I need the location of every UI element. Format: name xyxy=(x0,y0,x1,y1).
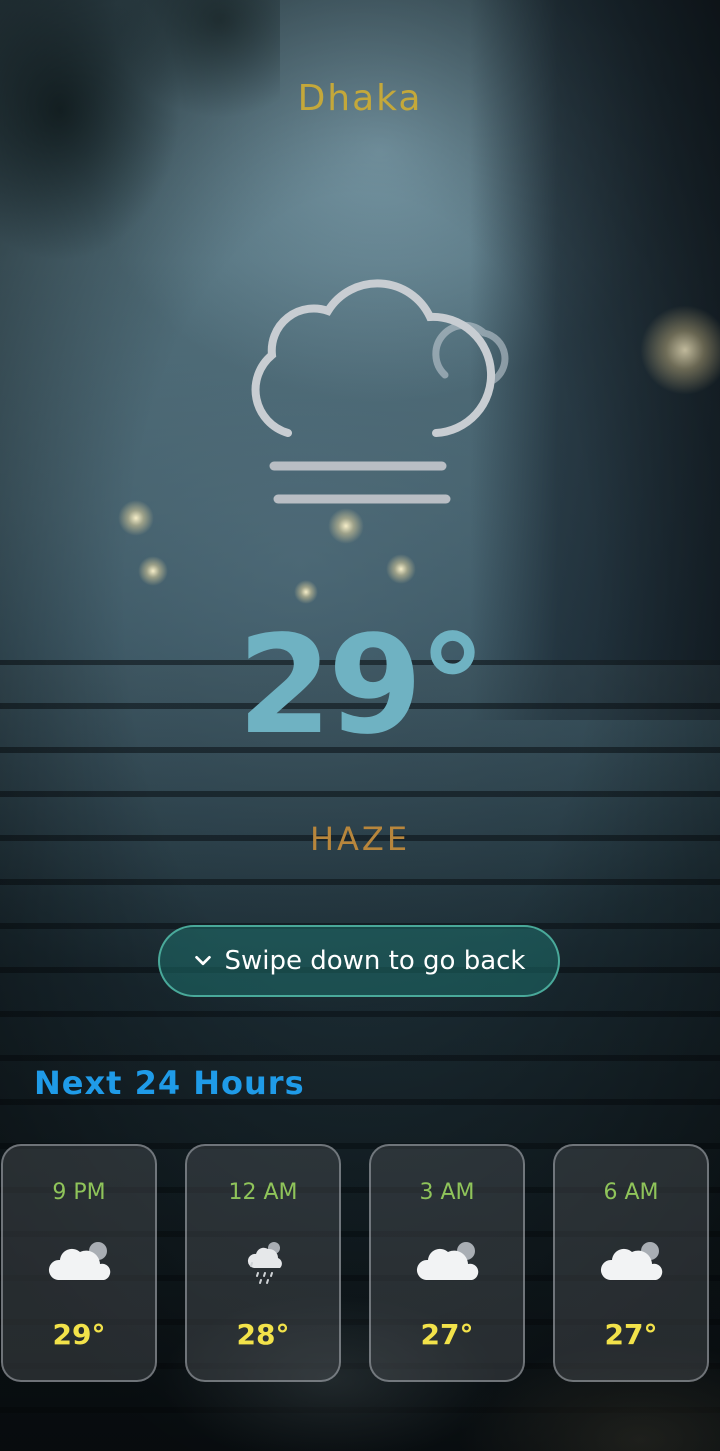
weather-condition: HAZE xyxy=(309,820,411,858)
forecast-time: 9 PM xyxy=(52,1180,106,1205)
current-temperature: 29° xyxy=(237,607,486,765)
partly-cloudy-icon xyxy=(414,1234,484,1290)
weather-screen: Dhaka 29° HAZE Swipe down to go back Nex… xyxy=(0,0,720,1451)
partly-cloudy-icon xyxy=(598,1234,668,1290)
forecast-time: 6 AM xyxy=(603,1180,659,1205)
swipe-back-label: Swipe down to go back xyxy=(224,946,526,976)
forecast-temp: 27° xyxy=(604,1318,658,1351)
cloud-rain-icon xyxy=(230,1234,300,1290)
forecast-card[interactable]: 12 AM 28° xyxy=(185,1144,341,1382)
forecast-temp: 29° xyxy=(52,1318,106,1351)
forecast-card[interactable]: 9 PM 29° xyxy=(1,1144,157,1382)
swipe-back-button[interactable]: Swipe down to go back xyxy=(158,925,560,997)
forecast-temp: 28° xyxy=(236,1318,290,1351)
hourly-forecast-list: 9 PM 29° 12 AM 28° 3 AM 27° 6 AM 27° xyxy=(1,1144,719,1384)
city-name: Dhaka xyxy=(297,78,423,119)
forecast-time: 3 AM xyxy=(419,1180,475,1205)
forecast-time: 12 AM xyxy=(228,1180,298,1205)
forecast-section-title: Next 24 Hours xyxy=(34,1064,305,1102)
haze-cloud-icon xyxy=(230,275,510,515)
forecast-card[interactable]: 3 AM 27° xyxy=(369,1144,525,1382)
chevron-down-icon xyxy=(195,955,212,966)
forecast-temp: 27° xyxy=(420,1318,474,1351)
partly-cloudy-icon xyxy=(46,1234,116,1290)
forecast-card[interactable]: 6 AM 27° xyxy=(553,1144,709,1382)
